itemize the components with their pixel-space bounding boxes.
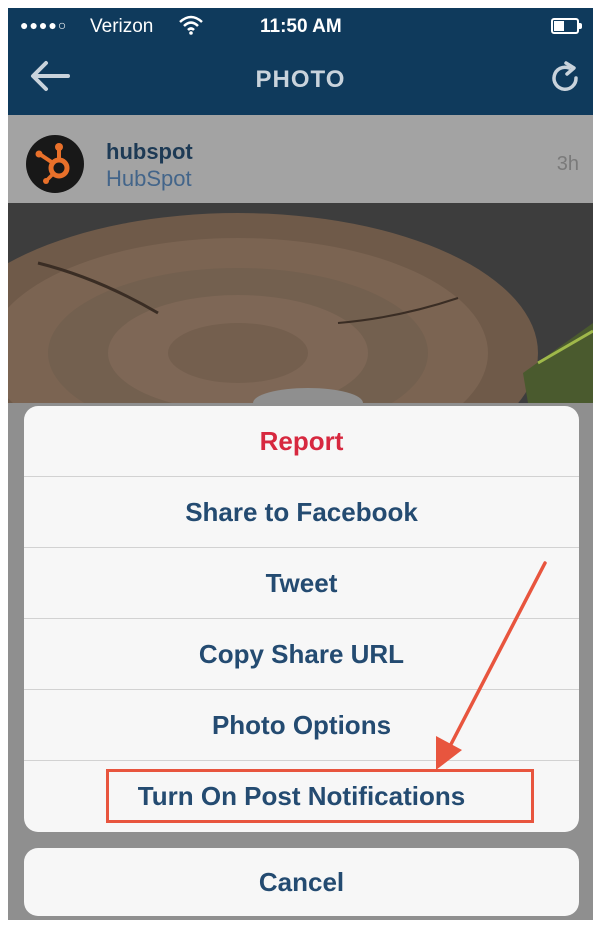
avatar[interactable] bbox=[26, 135, 84, 193]
signal-strength-icon: ●●●●○ bbox=[20, 17, 68, 33]
refresh-icon[interactable] bbox=[547, 60, 583, 96]
page-title: PHOTO bbox=[255, 66, 346, 93]
top-bar: ●●●●○ Verizon 11:50 AM PHOTO bbox=[8, 8, 593, 115]
carrier-name: Verizon bbox=[90, 16, 154, 37]
report-label: Report bbox=[259, 425, 344, 456]
hubspot-logo-icon bbox=[35, 143, 70, 184]
status-time: 11:50 AM bbox=[260, 16, 342, 37]
report-button[interactable]: Report bbox=[24, 406, 579, 477]
post-photo bbox=[8, 203, 593, 403]
tweet-label: Tweet bbox=[265, 567, 338, 598]
share-to-facebook-label: Share to Facebook bbox=[185, 496, 418, 527]
photo-options-button[interactable]: Photo Options bbox=[24, 690, 579, 761]
phone-screen: ●●●●○ Verizon 11:50 AM PHOTO hubspot Hub… bbox=[8, 8, 593, 920]
share-to-facebook-button[interactable]: Share to Facebook bbox=[24, 477, 579, 548]
cancel-button[interactable]: Cancel bbox=[24, 848, 579, 916]
photo-options-label: Photo Options bbox=[211, 709, 392, 740]
turn-on-post-notifications-button[interactable]: Turn On Post Notifications bbox=[24, 761, 579, 832]
annotation-highlight-box bbox=[106, 769, 534, 823]
tweet-button[interactable]: Tweet bbox=[24, 548, 579, 619]
post-full-name: HubSpot bbox=[106, 166, 192, 191]
copy-share-url-label: Copy Share URL bbox=[198, 638, 405, 669]
post-username[interactable]: hubspot bbox=[106, 139, 193, 165]
post-timestamp: 3h bbox=[556, 153, 579, 175]
copy-share-url-button[interactable]: Copy Share URL bbox=[24, 619, 579, 690]
battery-icon bbox=[551, 18, 582, 34]
wood-stump-photo bbox=[8, 203, 593, 403]
action-sheet: Report Share to Facebook Tweet Copy Shar… bbox=[24, 406, 579, 832]
status-bar: ●●●●○ Verizon 11:50 AM bbox=[8, 8, 593, 48]
post-header: hubspot HubSpot 3h bbox=[8, 115, 593, 203]
wifi-icon bbox=[179, 15, 203, 35]
cancel-label: Cancel bbox=[258, 866, 345, 897]
